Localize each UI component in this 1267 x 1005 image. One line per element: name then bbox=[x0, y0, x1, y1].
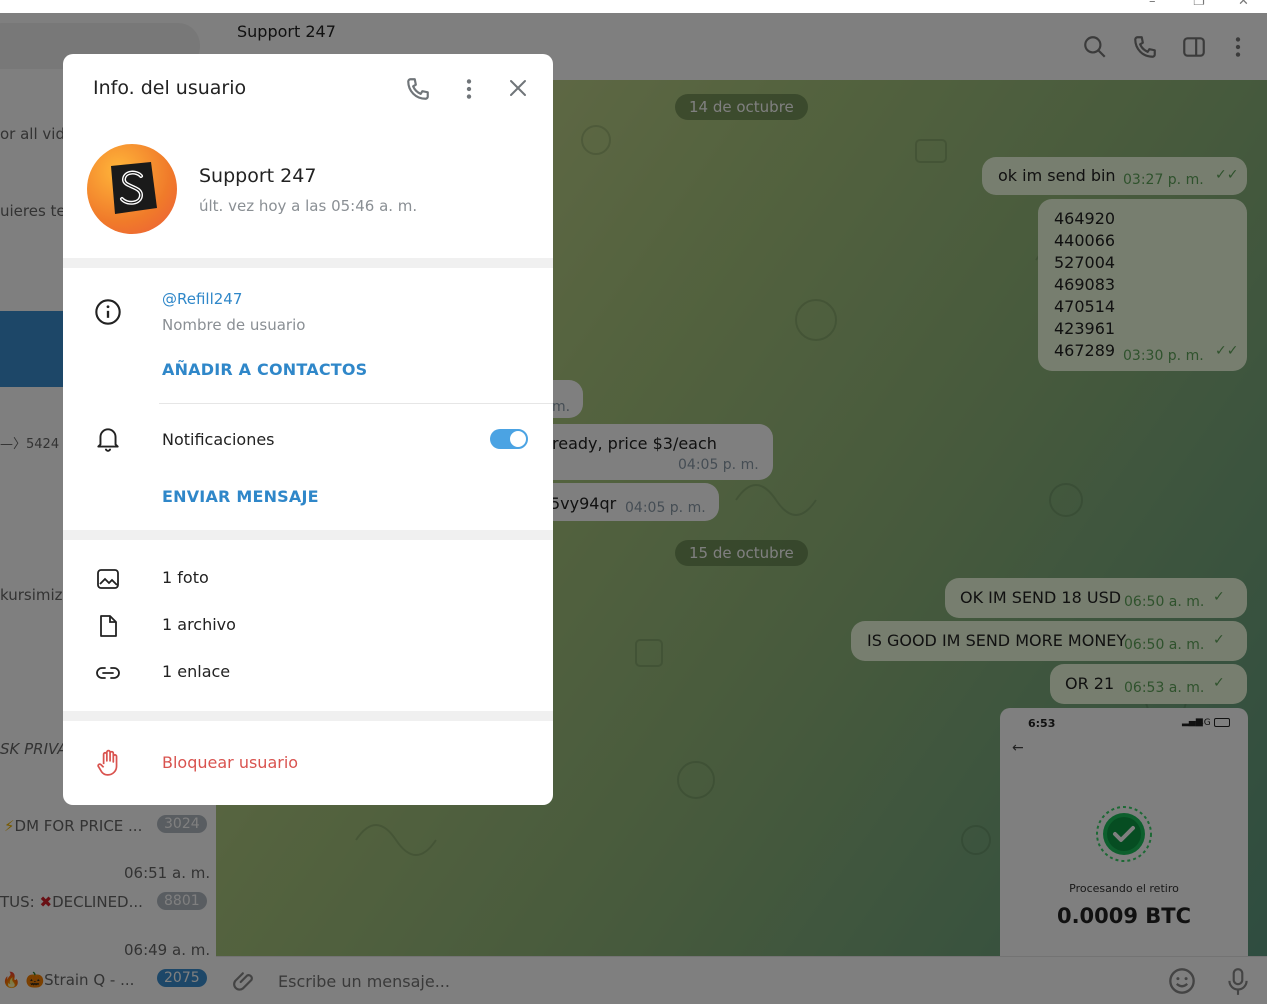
block-user-label: Bloquear usuario bbox=[162, 753, 299, 772]
maximize-icon[interactable]: ❐ bbox=[1193, 0, 1205, 9]
call-icon[interactable] bbox=[405, 76, 431, 102]
avatar[interactable] bbox=[87, 144, 177, 234]
file-icon bbox=[100, 615, 117, 637]
media-files-label: 1 archivo bbox=[162, 615, 236, 634]
media-photos-label: 1 foto bbox=[162, 568, 209, 587]
media-links-row[interactable]: 1 enlace bbox=[63, 648, 553, 694]
more-vertical-icon[interactable] bbox=[456, 76, 482, 102]
notifications-toggle[interactable] bbox=[490, 429, 528, 449]
user-name: Support 247 bbox=[199, 165, 317, 187]
close-window-icon[interactable]: ✕ bbox=[1238, 0, 1249, 9]
user-info-dialog: Info. del usuario Support 247 últ. vez h… bbox=[63, 54, 553, 805]
media-photos-row[interactable]: 1 foto bbox=[63, 554, 553, 600]
logo-s-icon bbox=[111, 162, 157, 214]
section-divider bbox=[63, 711, 553, 721]
username-link[interactable]: @Refill247 bbox=[162, 290, 242, 308]
send-message-button[interactable]: ENVIAR MENSAJE bbox=[162, 487, 319, 506]
hand-stop-icon bbox=[97, 749, 118, 776]
block-user-row[interactable]: Bloquear usuario bbox=[63, 721, 553, 805]
inner-divider bbox=[159, 403, 553, 404]
section-divider bbox=[63, 258, 553, 268]
notifications-label: Notificaciones bbox=[162, 430, 275, 449]
photo-icon bbox=[97, 569, 119, 589]
add-to-contacts-button[interactable]: AÑADIR A CONTACTOS bbox=[162, 360, 367, 379]
dialog-title: Info. del usuario bbox=[93, 77, 247, 99]
toggle-knob bbox=[508, 429, 528, 449]
media-files-row[interactable]: 1 archivo bbox=[63, 601, 553, 647]
bell-icon bbox=[97, 428, 119, 452]
section-divider bbox=[63, 530, 553, 540]
media-links-label: 1 enlace bbox=[162, 662, 231, 681]
window-titlebar bbox=[0, 0, 1267, 14]
username-label: Nombre de usuario bbox=[162, 316, 306, 334]
info-icon bbox=[95, 299, 121, 325]
last-seen: últ. vez hoy a las 05:46 a. m. bbox=[199, 197, 418, 215]
link-icon bbox=[96, 667, 120, 679]
close-icon[interactable] bbox=[506, 76, 530, 100]
minimize-icon[interactable]: – bbox=[1149, 0, 1156, 9]
